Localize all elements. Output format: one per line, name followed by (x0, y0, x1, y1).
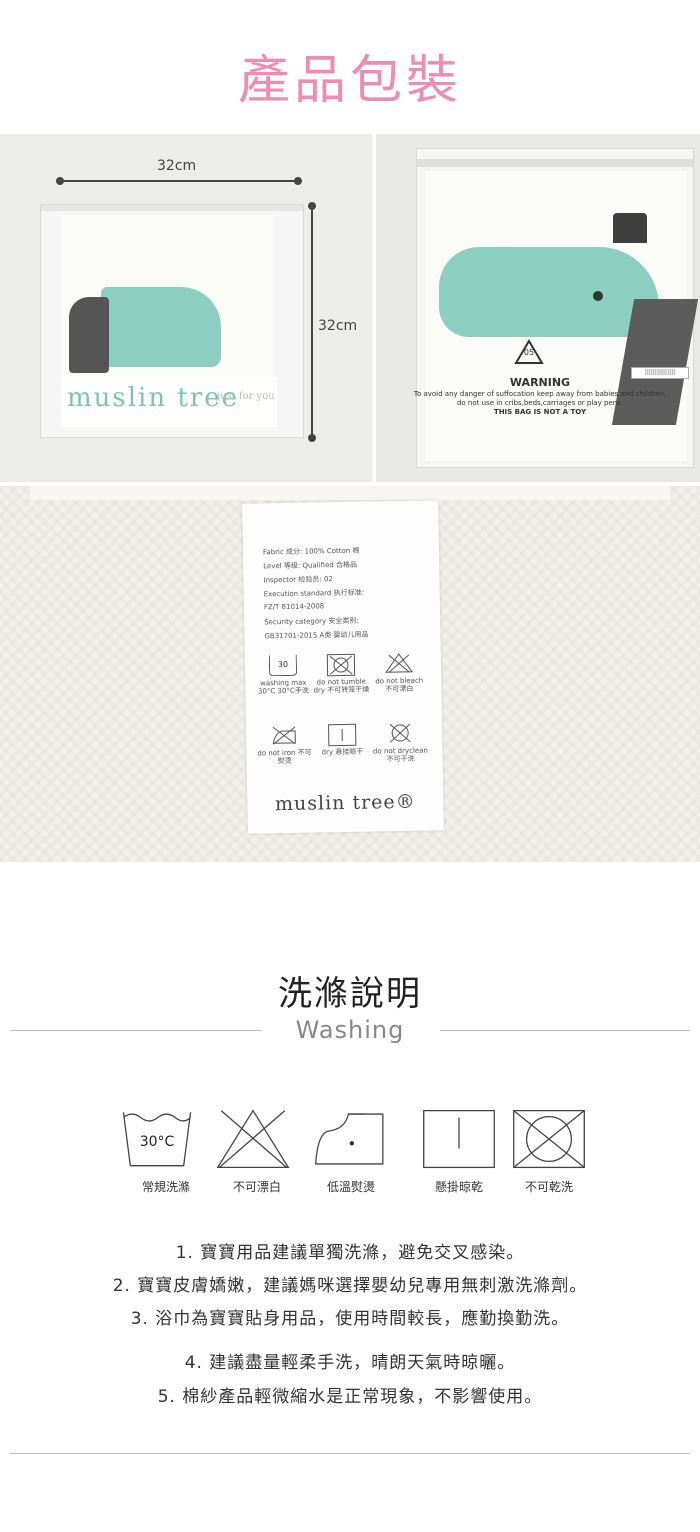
package-section-title: 產品包裝 (237, 51, 462, 111)
care-symbol-label: 不可乾洗 (524, 1180, 573, 1194)
label-icon-caption: dry 悬挂晾干 (321, 747, 364, 757)
warning-heading: WARNING (509, 376, 571, 389)
no-dryclean-icon (389, 723, 411, 743)
bag-brand-text: muslin tree (67, 383, 240, 413)
no-tumble-dry-icon (326, 653, 356, 677)
width-dimension-label: 32cm (157, 158, 197, 174)
line-dry-icon (327, 723, 357, 747)
height-dimension-line (311, 206, 313, 438)
no-iron-icon (272, 726, 296, 745)
dimension-endpoint (308, 434, 316, 442)
towel-hem (30, 486, 670, 500)
hat-print (613, 213, 647, 243)
washing-section-title: 洗滌說明 (278, 974, 422, 1014)
label-text-line: Level 等级: Qualified 合格品 (263, 560, 358, 571)
label-brand: muslin tree® (274, 790, 416, 816)
label-icon-caption: do not dryclean 不可干洗 (372, 746, 429, 764)
care-label: Fabric 成分: 100% Cotton 棉 Level 等级: Quali… (242, 500, 444, 834)
low-temp-iron-icon (314, 1104, 388, 1174)
washing-note: 3. 浴巾為寶寶貼身用品，使用時間較長，應勤換勤洗。 (130, 1309, 570, 1329)
dimension-endpoint (294, 177, 302, 185)
washing-note: 1. 寶寶用品建議單獨洗滌，避免交叉感染。 (175, 1243, 525, 1263)
divider (440, 1030, 690, 1031)
warning-line: To avoid any danger of suffocation keep … (413, 390, 667, 398)
width-dimension-line (60, 180, 298, 182)
label-text-line: Execution standard 执行标准: (263, 588, 364, 599)
height-dimension-label: 32cm (318, 318, 358, 334)
zip-bag: muslin tree just for you (40, 204, 304, 438)
washing-note: 2. 寶寶皮膚嬌嫩，建議媽咪選擇嬰幼兒專用無刺激洗滌劑。 (112, 1276, 588, 1296)
care-symbol-label: 低溫熨燙 (326, 1180, 375, 1194)
no-tumble-dry-icon (512, 1104, 586, 1174)
elephant-print-dark (69, 297, 109, 373)
hand-wash-30-icon: 30°C (120, 1104, 194, 1174)
wash-temperature: 30°C (139, 1134, 175, 1150)
warning-text-block: WARNING To avoid any danger of suffocati… (390, 376, 690, 417)
label-text-line: GB31701-2015 A类 婴幼儿用品 (264, 630, 369, 641)
label-icon-caption: do not iron 不可熨烫 (257, 748, 312, 766)
warning-line: THIS BAG IS NOT A TOY (493, 408, 587, 416)
zip-closure (41, 205, 303, 211)
label-text-line: Inspector 检验员: 02 (263, 575, 333, 585)
package-front-photo: 32cm 32cm muslin tree just for you (0, 134, 372, 482)
washing-note: 5. 棉紗產品輕微縮水是正常現象，不影響使用。 (157, 1387, 543, 1407)
label-icon-caption: do not bleach 不可漂白 (375, 676, 424, 694)
label-text-line: Fabric 成分: 100% Cotton 棉 (262, 546, 360, 557)
line-dry-icon (422, 1104, 496, 1174)
no-bleach-icon (385, 653, 414, 673)
elephant-print (439, 247, 659, 337)
label-text-line: Security category 安全类别: (264, 616, 359, 627)
label-icon-caption: washing max 30°C 30°C手洗 (257, 678, 309, 696)
bag-tagline: just for you (217, 391, 275, 402)
label-text-line: FZ/T 81014-2008 (263, 602, 325, 612)
washing-note: 4. 建議盡量輕柔手洗，晴朗天氣時晾曬。 (184, 1353, 516, 1373)
wash-30-icon: 30 (268, 654, 298, 677)
zip-bag: ||||||||||||||| (416, 148, 699, 468)
zip-closure (417, 159, 693, 167)
elephant-print (101, 287, 221, 367)
care-label-photo: Fabric 成分: 100% Cotton 棉 Level 等级: Quali… (0, 486, 700, 862)
label-icon-caption: do not tumble dry 不可转笼干燥 (313, 677, 370, 695)
package-back-photo: ||||||||||||||| 05 WARNING To avoid any … (376, 134, 700, 482)
elephant-eye (593, 291, 603, 301)
no-bleach-icon (216, 1104, 290, 1174)
warning-line: do not use in cribs,beds,carriages or pl… (456, 399, 624, 407)
recycle-code: 05 (523, 348, 535, 357)
bottom-divider (10, 1453, 690, 1454)
